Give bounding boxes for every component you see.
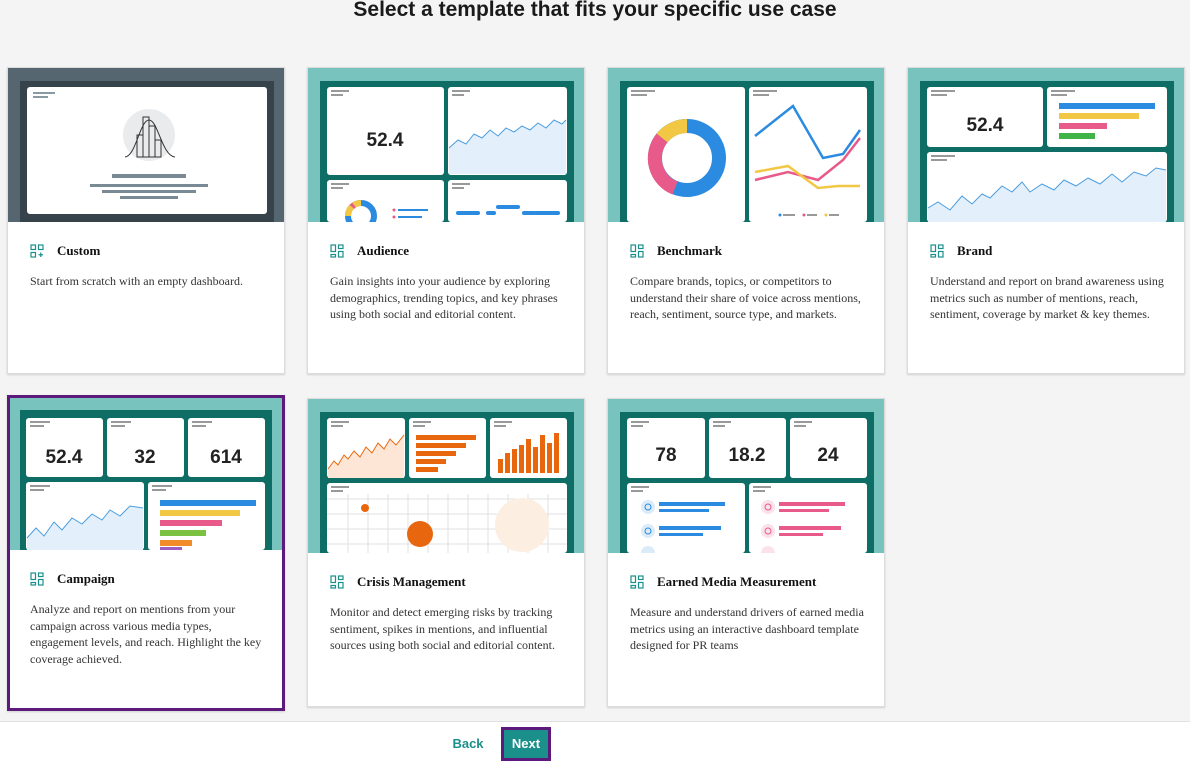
card-title: Campaign <box>57 571 115 586</box>
template-card-custom[interactable]: Custom Start from scratch with an empty … <box>7 67 285 374</box>
preview-metric: 52.4 <box>46 447 83 468</box>
footer-bar: Back Next <box>0 721 1190 763</box>
template-preview: 52.4 32 614 <box>10 398 282 550</box>
template-card-benchmark[interactable]: Benchmark Compare brands, topics, or com… <box>607 67 885 374</box>
next-button[interactable]: Next <box>501 727 551 761</box>
card-description: Monitor and detect emerging risks by tra… <box>330 605 555 652</box>
template-preview: 52.4 <box>908 68 1184 222</box>
card-title: Crisis Management <box>357 574 466 589</box>
template-card-earned-media-measurement[interactable]: 78 18.2 24 Earned Media Measurement Meas… <box>607 398 885 707</box>
template-card-crisis-management[interactable]: Crisis Management Monitor and detect eme… <box>307 398 585 707</box>
card-description: Measure and understand drivers of earned… <box>630 605 864 652</box>
template-preview: 78 18.2 24 <box>608 399 884 553</box>
preview-metric: 32 <box>134 447 155 468</box>
dashboard-template-icon <box>330 575 344 589</box>
card-title: Benchmark <box>657 243 722 258</box>
template-card-campaign[interactable]: 52.4 32 614 Campaign Analyze and report <box>7 395 285 711</box>
preview-metric: 24 <box>817 445 839 466</box>
back-button[interactable]: Back <box>446 733 490 755</box>
preview-metric: 78 <box>655 445 676 466</box>
dashboard-template-icon <box>30 572 44 586</box>
preview-metric: 52.4 <box>967 115 1004 136</box>
dashboard-template-icon <box>930 244 944 258</box>
add-template-icon <box>30 244 44 258</box>
card-title: Earned Media Measurement <box>657 574 817 589</box>
card-title: Audience <box>357 243 409 258</box>
template-preview: 52.4 <box>308 68 584 222</box>
preview-metric: 18.2 <box>729 445 766 466</box>
card-description: Analyze and report on mentions from your… <box>30 602 262 666</box>
template-card-brand[interactable]: 52.4 Brand Understand and report on bran… <box>907 67 1185 374</box>
template-card-audience[interactable]: 52.4 Audience Gain insights into your au… <box>307 67 585 374</box>
page-title: Select a template that fits your specifi… <box>353 0 837 21</box>
card-description: Understand and report on brand awareness… <box>930 274 1164 321</box>
preview-metric: 614 <box>210 447 242 468</box>
preview-metric: 52.4 <box>367 130 404 151</box>
card-description: Start from scratch with an empty dashboa… <box>30 274 243 288</box>
card-title: Brand <box>957 243 993 258</box>
template-preview <box>608 68 884 222</box>
card-description: Compare brands, topics, or competitors t… <box>630 274 861 321</box>
card-title: Custom <box>57 243 101 258</box>
card-description: Gain insights into your audience by expl… <box>330 274 558 321</box>
template-preview <box>308 399 584 553</box>
template-preview <box>8 68 284 222</box>
dashboard-template-icon <box>630 575 644 589</box>
dashboard-template-icon <box>330 244 344 258</box>
dashboard-template-icon <box>630 244 644 258</box>
